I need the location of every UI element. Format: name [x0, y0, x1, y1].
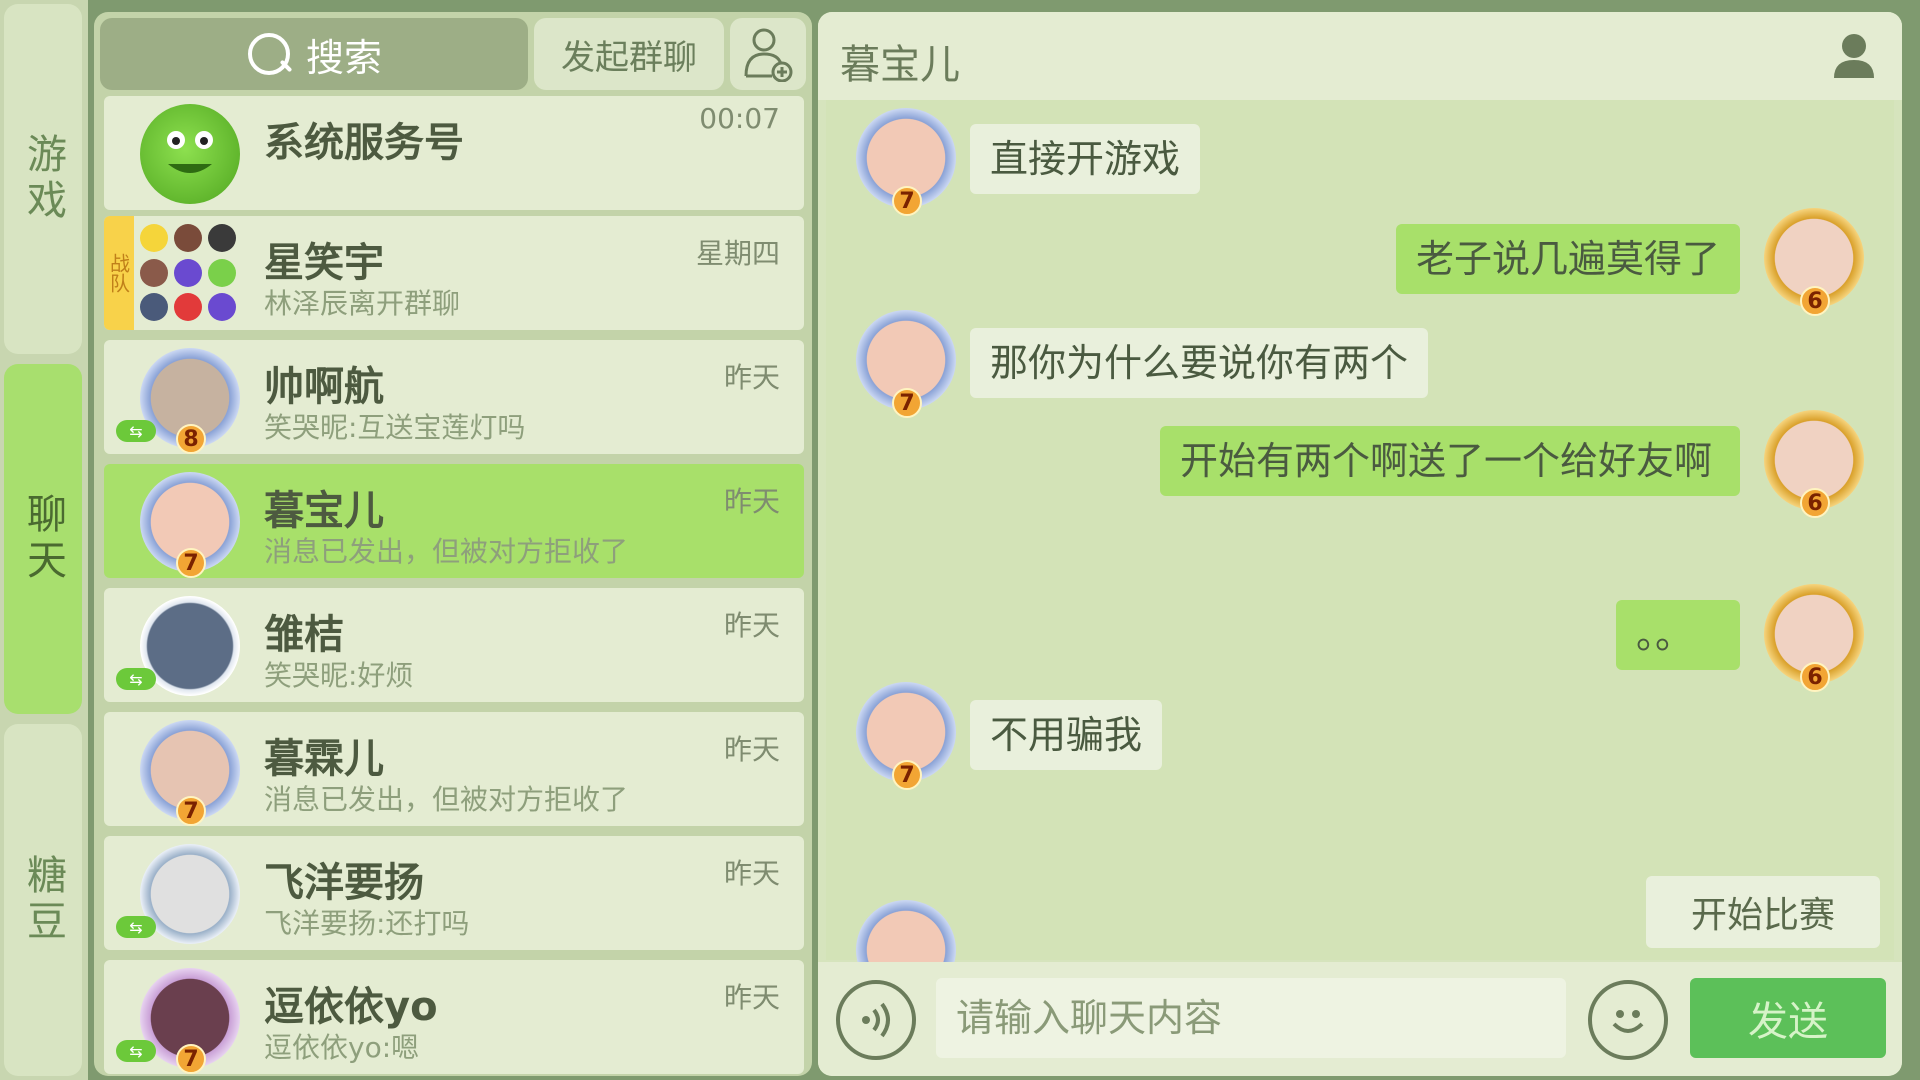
tab-game-label: 游戏: [20, 133, 66, 225]
conversation-name: 雏桔: [264, 612, 344, 658]
message-bubble: 开始有两个啊送了一个给好友啊: [1160, 426, 1740, 496]
conversation-item[interactable]: ⇆ 飞洋要扬 飞洋要扬:还打吗 昨天: [104, 836, 804, 950]
start-group-chat-button[interactable]: 发起群聊: [534, 18, 724, 90]
add-friend-icon: [744, 28, 793, 82]
level-badge: 7: [176, 1044, 206, 1074]
conversation-name: 系统服务号: [264, 120, 464, 166]
chat-title: 暮宝儿: [840, 42, 960, 88]
group-avatar-grid: [140, 224, 240, 324]
conversation-preview: 逗依依yo:嗯: [264, 1031, 420, 1064]
search-bar[interactable]: 搜索: [100, 18, 528, 90]
input-bar: 发送: [818, 962, 1902, 1076]
level-badge: 7: [892, 760, 922, 790]
conversation-name: 逗依依yo: [264, 984, 438, 1030]
chat-header: 暮宝儿: [818, 12, 1902, 100]
tab-chat-label: 聊天: [20, 493, 66, 585]
conversation-time: 昨天: [723, 981, 780, 1014]
chat-input[interactable]: [936, 978, 1566, 1058]
message-bubble: 。。: [1616, 600, 1740, 670]
side-tab-bar: 游戏 聊天 糖豆: [0, 0, 88, 1080]
conversation-preview: 笑哭昵:好烦: [264, 659, 414, 692]
conversation-item[interactable]: 战队 星笑宇 林泽辰离开群聊 星期四: [104, 216, 804, 330]
level-badge: 7: [176, 796, 206, 826]
conversation-time: 昨天: [723, 361, 780, 394]
message-bubble: 不用骗我: [970, 700, 1163, 770]
tab-chat[interactable]: 聊天: [4, 364, 82, 714]
conversation-time: 昨天: [723, 857, 780, 890]
conversation-time: 星期四: [695, 237, 780, 270]
conversation-preview: 笑哭昵:互送宝莲灯吗: [264, 411, 526, 444]
message-bubble: 那你为什么要说你有两个: [970, 328, 1429, 398]
message-bubble: 直接开游戏: [970, 124, 1201, 194]
conversation-name: 星笑宇: [264, 240, 384, 286]
conversation-item[interactable]: 7 暮霖儿 消息已发出，但被对方拒收了 昨天: [104, 712, 804, 826]
level-badge: 7: [892, 388, 922, 418]
level-badge: 6: [1800, 662, 1830, 692]
conversation-panel: 搜索 发起群聊 系统服务号 00:07 战队 星笑宇 林泽辰离开群聊 星期四 8…: [94, 12, 812, 1076]
tab-game[interactable]: 游戏: [4, 4, 82, 354]
level-badge: 6: [1800, 488, 1830, 518]
team-tag: 战队: [104, 216, 134, 330]
voice-icon: [862, 1002, 890, 1038]
conversation-item[interactable]: 7 ⇆ 逗依依yo 逗依依yo:嗯 昨天: [104, 960, 804, 1074]
emoji-button[interactable]: [1588, 980, 1668, 1060]
level-badge: 8: [176, 424, 206, 454]
online-status-icon: ⇆: [116, 420, 156, 442]
start-match-button[interactable]: 开始比赛: [1646, 876, 1880, 948]
level-badge: 6: [1800, 286, 1830, 316]
conversation-item[interactable]: 系统服务号 00:07: [104, 96, 804, 210]
conversation-name: 暮宝儿: [264, 488, 384, 534]
message-bubble: 老子说几遍莫得了: [1395, 224, 1740, 294]
profile-icon[interactable]: [1832, 32, 1876, 80]
team-tag-label: 战队: [106, 253, 131, 293]
conversation-time: 昨天: [723, 609, 780, 642]
online-status-icon: ⇆: [116, 1040, 156, 1062]
online-status-icon: ⇆: [116, 668, 156, 690]
tab-candy[interactable]: 糖豆: [4, 724, 82, 1076]
conversation-name: 暮霖儿: [264, 736, 384, 782]
online-status-icon: ⇆: [116, 916, 156, 938]
level-badge: 7: [892, 186, 922, 216]
emoji-icon: [1612, 1010, 1644, 1033]
avatar: [140, 104, 240, 204]
send-button[interactable]: 发送: [1690, 978, 1886, 1058]
conversation-preview: 飞洋要扬:还打吗: [264, 907, 470, 940]
conversation-name: 帅啊航: [264, 364, 384, 410]
message-area: 7 直接开游戏 6 老子说几遍莫得了 7 那你为什么要说你有两个 6 开始有两个…: [826, 100, 1894, 1000]
conversation-item[interactable]: 7 暮宝儿 消息已发出，但被对方拒收了 昨天: [104, 464, 804, 578]
voice-button[interactable]: [836, 980, 916, 1060]
conversation-preview: 消息已发出，但被对方拒收了: [264, 535, 629, 568]
search-label: 搜索: [305, 35, 382, 80]
conversation-item[interactable]: ⇆ 雏桔 笑哭昵:好烦 昨天: [104, 588, 804, 702]
tab-candy-label: 糖豆: [20, 854, 66, 946]
search-icon: [246, 31, 292, 77]
conversation-preview: 林泽辰离开群聊: [264, 287, 461, 320]
conversation-time: 00:07: [699, 102, 780, 135]
conversation-time: 昨天: [723, 485, 780, 518]
level-badge: 7: [176, 548, 206, 578]
conversation-preview: 消息已发出，但被对方拒收了: [264, 783, 629, 816]
chat-panel: 暮宝儿 7 直接开游戏 6 老子说几遍莫得了 7 那你为什么要说你有两个 6 开…: [818, 12, 1902, 1076]
conversation-name: 飞洋要扬: [264, 860, 424, 906]
conversation-item[interactable]: 8 ⇆ 帅啊航 笑哭昵:互送宝莲灯吗 昨天: [104, 340, 804, 454]
conversation-time: 昨天: [723, 733, 780, 766]
add-friend-button[interactable]: [730, 18, 806, 90]
monster-icon: [167, 131, 213, 173]
